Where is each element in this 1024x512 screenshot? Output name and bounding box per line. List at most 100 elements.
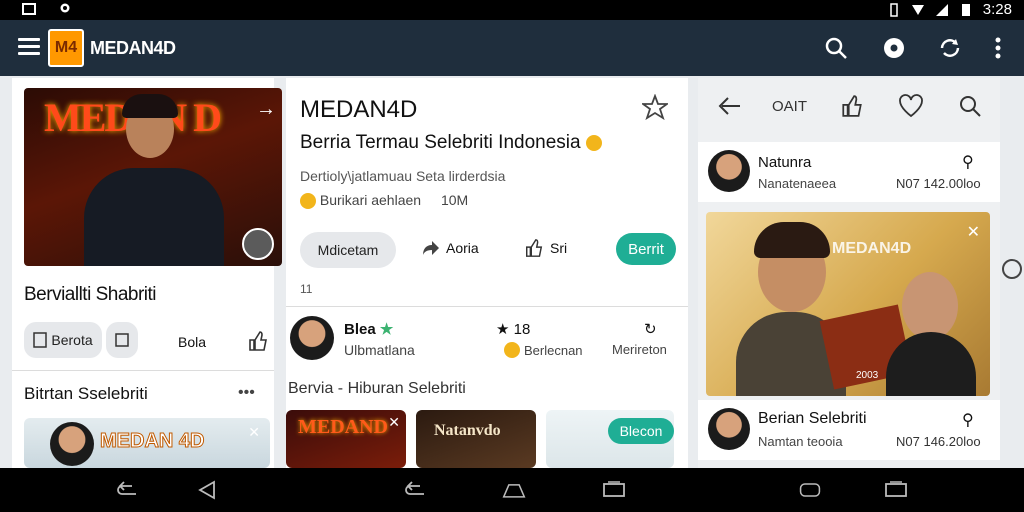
person-hair — [122, 94, 178, 118]
source-icon — [300, 193, 316, 210]
status-time: 3:28 — [982, 1, 1012, 18]
side-handle[interactable] — [1002, 259, 1022, 279]
recent-apps-icon[interactable] — [602, 480, 626, 500]
left-feed-card: MEDAN D → Berviallti Shabriti Berota Bol… — [12, 78, 282, 468]
refresh-icon[interactable] — [936, 34, 964, 62]
share-arrow-icon[interactable]: → — [256, 98, 276, 121]
section-title: Bervia - Hiburan Selebriti — [288, 380, 466, 397]
triangle-back-icon[interactable] — [196, 480, 220, 500]
category-label: Berota — [51, 332, 93, 348]
thumbnail-3[interactable]: Blecon — [546, 410, 674, 468]
close-icon[interactable]: ✕ — [388, 414, 400, 431]
media-thumbnail[interactable]: MEDAN 4D ✕ — [24, 418, 270, 468]
comment-tag[interactable]: Berlecnan — [504, 342, 583, 358]
comment-action[interactable]: Merireton — [612, 342, 667, 357]
search-icon[interactable] — [822, 34, 850, 62]
tag-icon — [504, 342, 520, 358]
share-label: Aoria — [446, 240, 479, 256]
favorite-star-icon[interactable] — [642, 94, 668, 120]
bookmark-icon — [115, 333, 129, 347]
comment-tag-label: Berlecnan — [524, 342, 583, 358]
home-nav-icon[interactable] — [502, 480, 526, 500]
row-sub: Namtan teooia — [758, 434, 843, 449]
row-sub: Nanatenaeea — [758, 176, 837, 191]
document-icon — [33, 332, 48, 348]
sport-tag[interactable]: Bola — [178, 334, 206, 350]
home-nav-icon[interactable] — [798, 480, 822, 500]
back-nav-icon[interactable] — [404, 480, 428, 500]
share-button[interactable]: Aoria — [422, 240, 479, 256]
detail-photo[interactable]: MEDAN4D 2003 ✕ — [706, 212, 990, 396]
divider — [286, 306, 688, 307]
view-count: 10M — [440, 192, 469, 208]
thumbnail-3-badge[interactable]: Blecon — [608, 418, 674, 444]
close-icon[interactable]: ✕ — [248, 424, 260, 441]
related-row[interactable]: Natunra Nanatenaeea ⚲ N07 142.00loo — [698, 142, 1000, 202]
photo-watermark: MEDAN4D — [832, 240, 912, 257]
app-logo[interactable]: M4 — [48, 29, 84, 67]
comment-button[interactable]: Mdicetam — [300, 232, 396, 268]
thumbnail-1[interactable]: MEDAND ✕ — [286, 410, 406, 468]
right-detail-panel: OAIT Natunra Nanatenaeea ⚲ N07 142.00loo… — [698, 78, 1000, 468]
signal-icon — [935, 3, 948, 16]
thumbnail-2[interactable]: Natanvdo — [416, 410, 536, 468]
related-row[interactable]: Berian Selebriti Namtan teooia ⚲ N07 146… — [698, 400, 1000, 460]
divider — [12, 370, 274, 371]
article-title: MEDAN4D — [300, 96, 418, 123]
person-left-hair — [754, 222, 830, 258]
thumbnail-2-text: Natanvdo — [434, 422, 501, 439]
read-button[interactable]: Berrit — [616, 233, 676, 265]
stat-icon: ★ — [496, 321, 510, 338]
recent-apps-icon[interactable] — [884, 480, 908, 500]
main-article-card: MEDAN4D Berria Termau Selebriti Indonesi… — [286, 78, 688, 468]
more-dots-icon[interactable]: ••• — [238, 384, 255, 402]
back-nav-icon[interactable] — [116, 480, 140, 500]
heart-icon[interactable] — [898, 94, 924, 118]
detail-toolbar: OAIT — [698, 78, 1000, 140]
article-source: Burikari aehlaen 10M — [300, 192, 469, 210]
status-bar: 3:28 — [0, 0, 1024, 20]
row-avatar — [708, 408, 750, 450]
person-right-head — [902, 272, 958, 340]
verified-star-icon: ★ — [379, 321, 394, 338]
more-options-icon[interactable] — [984, 34, 1012, 62]
row-value: N07 146.20loo — [896, 434, 981, 449]
toolbar-label[interactable]: OAIT — [772, 98, 807, 115]
person-figure — [84, 168, 224, 266]
commenter-name-text: Blea — [344, 321, 376, 338]
vibrate-icon — [890, 2, 898, 17]
location-icon — [60, 3, 70, 13]
like-button[interactable]: Sri — [524, 238, 567, 258]
thumbnail-avatar — [50, 422, 94, 466]
bookmark-button[interactable] — [106, 322, 138, 358]
settings-icon[interactable] — [880, 34, 908, 62]
like-label: Sri — [550, 240, 568, 256]
row-value: N07 142.00loo — [896, 176, 981, 191]
bell-icon[interactable]: ⚲ — [962, 152, 974, 172]
row-name: Natunra — [758, 154, 812, 171]
post-title: Berviallti Shabriti — [24, 284, 157, 305]
verified-badge-icon — [585, 134, 602, 151]
commenter-avatar[interactable] — [290, 316, 334, 360]
thumbs-up-icon[interactable] — [840, 94, 864, 118]
category-button[interactable]: Berota — [24, 322, 102, 358]
page-counter: 11 — [300, 282, 313, 296]
photo-caption: 2003 — [856, 370, 879, 381]
battery-icon — [961, 3, 970, 16]
comment-label: Mdicetam — [317, 242, 379, 258]
search-icon[interactable] — [958, 94, 982, 118]
thumbnail-1-text: MEDAND — [298, 416, 388, 438]
bell-icon[interactable]: ⚲ — [962, 410, 974, 430]
close-icon[interactable]: ✕ — [967, 222, 980, 242]
comment-stat: ★ 18 — [496, 320, 530, 338]
notification-bell-icon[interactable] — [242, 228, 274, 260]
stat-value: 18 — [513, 321, 531, 338]
refresh-small-icon[interactable]: ↻ — [644, 320, 657, 338]
share-icon — [423, 241, 439, 255]
menu-icon[interactable] — [18, 38, 40, 56]
like-icon[interactable] — [248, 330, 268, 352]
section-title: Bitrtan Sselebriti — [24, 384, 148, 403]
system-navigation-bar — [0, 468, 1024, 512]
featured-photo[interactable]: MEDAN D → — [24, 88, 282, 266]
back-arrow-icon[interactable] — [718, 96, 742, 116]
